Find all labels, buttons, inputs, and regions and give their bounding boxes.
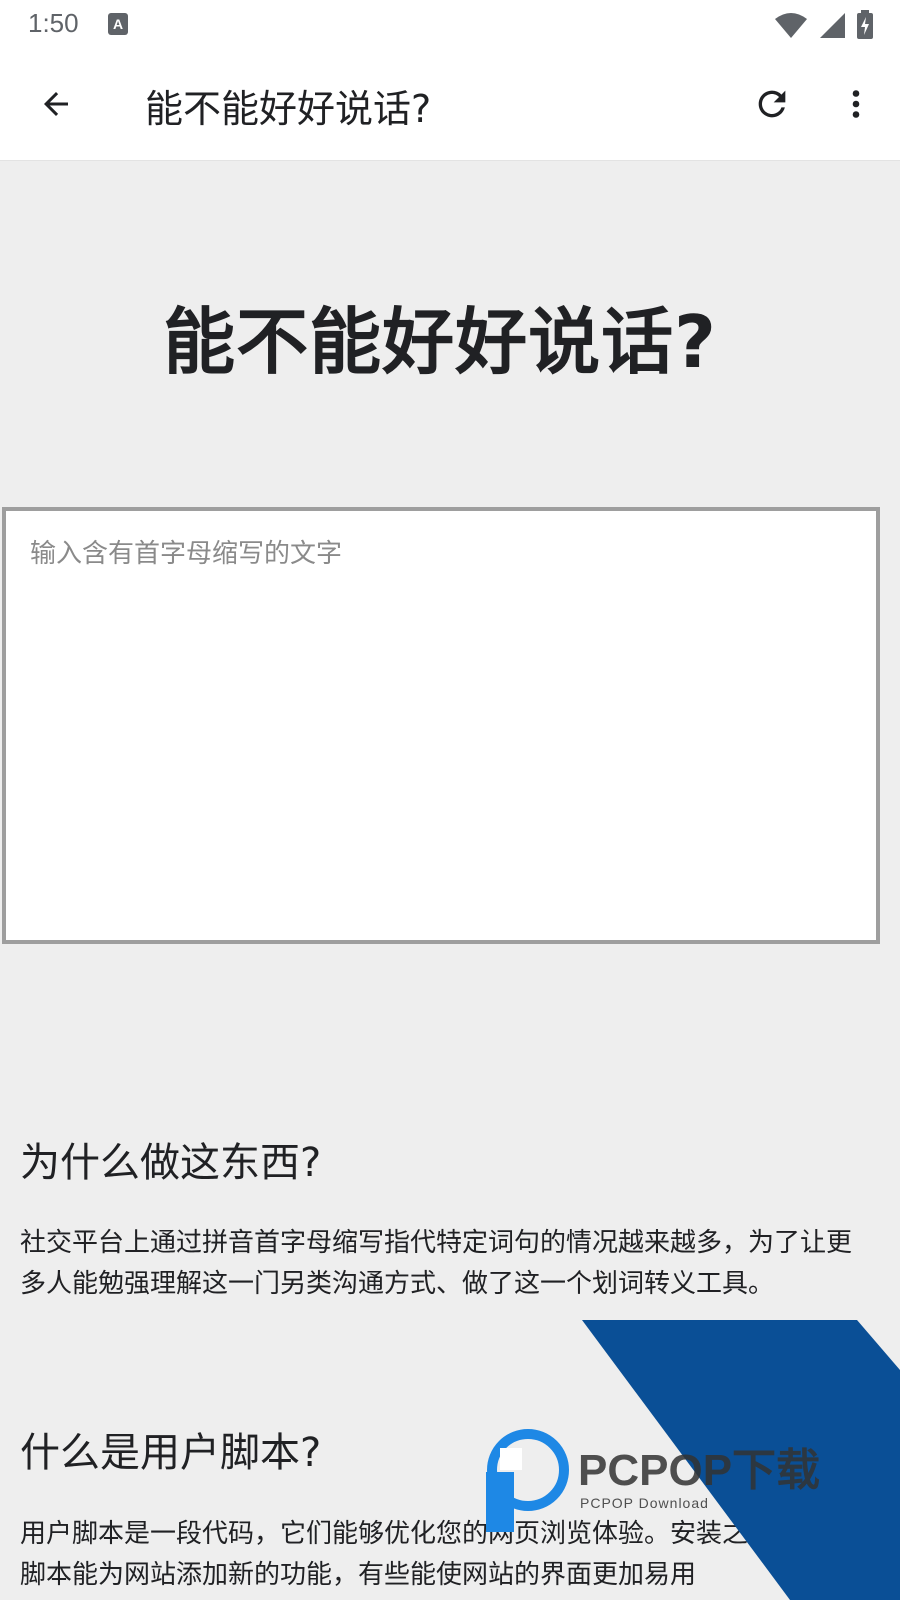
battery-charging-icon	[856, 10, 874, 44]
svg-text:PCPOP下载: PCPOP下载	[578, 1446, 820, 1495]
section-text-why: 社交平台上通过拼音首字母缩写指代特定词句的情况越来越多，为了让更多人能勉强理解这…	[20, 1228, 853, 1299]
screen: 1:50 A 能不能好好说话? 能不能好好说话? 输入含有首字母缩写的文字 为什…	[0, 0, 900, 1600]
section-text-userscript: 用户脚本是一段代码，它们能够优化您的网页浏览体验。安装之后，有些脚本能为网站添加…	[20, 1519, 853, 1590]
cellular-signal-icon	[818, 11, 846, 43]
wifi-icon	[774, 11, 808, 43]
section-heading-userscript: 什么是用户脚本?	[20, 1430, 322, 1476]
abbreviation-text-input[interactable]	[6, 511, 876, 940]
reload-icon	[758, 90, 786, 118]
app-title: 能不能好好说话?	[145, 87, 432, 131]
input-area	[2, 507, 880, 944]
more-options-button[interactable]	[828, 76, 884, 132]
a-icon: A	[108, 13, 128, 35]
more-vert-icon	[852, 90, 860, 118]
back-button[interactable]	[28, 76, 84, 132]
status-time: 1:50	[28, 8, 79, 38]
hero-title: 能不能好好说话?	[163, 300, 717, 384]
reload-button[interactable]	[744, 76, 800, 132]
app-bar: 能不能好好说话?	[0, 48, 900, 161]
section-heading-why: 为什么做这东西?	[20, 1140, 322, 1186]
status-icons	[774, 10, 874, 44]
svg-text:PCPOP Download: PCPOP Download	[580, 1495, 709, 1511]
status-bar: 1:50 A	[0, 0, 900, 48]
arrow-left-icon	[44, 92, 68, 116]
